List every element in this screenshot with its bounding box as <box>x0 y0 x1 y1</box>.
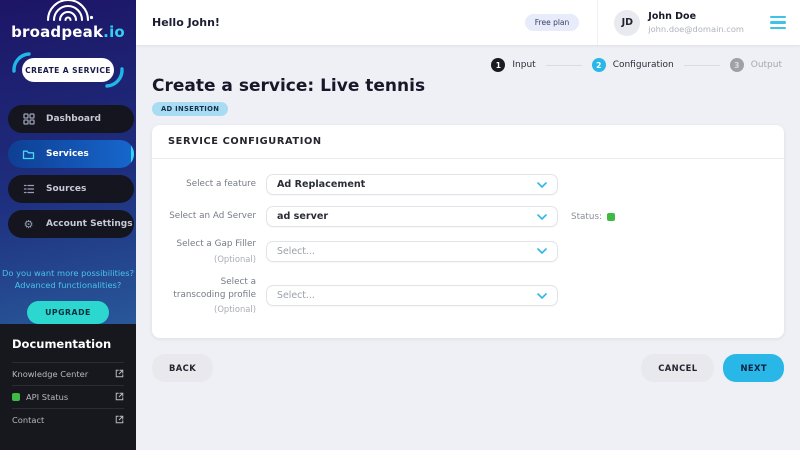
card-title: SERVICE CONFIGURATION <box>152 125 784 159</box>
form-row-gap-filler: Select a Gap Filler(Optional) Select... <box>168 238 768 265</box>
sidebar-item-label: Account Settings <box>46 219 133 229</box>
card-body: Select a feature Ad Replacement Select a… <box>152 159 784 338</box>
step-number: 2 <box>592 58 606 72</box>
upgrade-promo: Do you want more possibilities? Advanced… <box>0 267 136 324</box>
user-menu[interactable]: JD John Doe john.doe@domain.com <box>597 0 744 45</box>
doc-link-label: API Status <box>26 392 68 402</box>
api-status-green-dot <box>12 393 20 401</box>
doc-link-knowledge-center[interactable]: Knowledge Center <box>12 362 124 385</box>
brand-logo: broadpeak.io <box>0 0 136 41</box>
status-green-square <box>607 213 615 221</box>
field-label: Select a feature <box>168 178 256 191</box>
app-window: broadpeak.io CREATE A SERVICE Dashboard <box>0 0 800 450</box>
step-configuration: 2 Configuration <box>592 58 674 72</box>
top-bar: Hello John! Free plan JD John Doe john.d… <box>136 0 800 45</box>
greeting-text: Hello John! <box>152 16 220 29</box>
promo-line-1: Do you want more possibilities? <box>0 267 136 279</box>
chevron-down-icon <box>537 293 547 299</box>
ad-insertion-badge: AD INSERTION <box>152 102 228 116</box>
field-label: Select a transcoding profile(Optional) <box>168 276 256 316</box>
step-input: 1 Input <box>491 58 535 72</box>
services-folder-icon <box>22 148 35 161</box>
cancel-button[interactable]: CANCEL <box>641 354 714 382</box>
transcoding-profile-select[interactable]: Select... <box>266 285 558 306</box>
broadpeak-logo-icon <box>40 0 96 22</box>
documentation-title: Documentation <box>12 337 124 362</box>
actions-right: CANCEL NEXT <box>641 354 784 382</box>
step-output: 3 Output <box>730 58 782 72</box>
field-label: Select a Gap Filler(Optional) <box>168 238 256 265</box>
sidebar-item-sources[interactable]: Sources <box>8 175 134 203</box>
gap-filler-select[interactable]: Select... <box>266 241 558 262</box>
brand-name: broadpeak.io <box>0 23 136 41</box>
user-name: John Doe <box>648 11 744 22</box>
doc-link-label: Knowledge Center <box>12 369 88 379</box>
documentation-section: Documentation Knowledge Center API Statu… <box>0 324 136 450</box>
external-link-icon <box>115 369 124 378</box>
create-service-button[interactable]: CREATE A SERVICE <box>22 58 114 82</box>
form-row-feature: Select a feature Ad Replacement <box>168 174 768 195</box>
user-meta: John Doe john.doe@domain.com <box>648 11 744 34</box>
top-bar-right: Free plan JD John Doe john.doe@domain.co… <box>525 0 786 45</box>
wizard-stepper: 1 Input 2 Configuration 3 Output <box>152 58 782 72</box>
sidebar-nav: Dashboard Services Sources ⚙ Account Set… <box>0 105 136 245</box>
feature-select[interactable]: Ad Replacement <box>266 174 558 195</box>
hamburger-menu-icon[interactable] <box>770 16 786 29</box>
select-value: Ad Replacement <box>277 179 365 190</box>
form-row-ad-server: Select an Ad Server ad server Status: <box>168 206 768 227</box>
upgrade-button[interactable]: UPGRADE <box>27 301 109 324</box>
status-label: Status: <box>571 212 602 222</box>
doc-link-label: Contact <box>12 415 44 425</box>
ad-server-status: Status: <box>571 212 615 222</box>
sources-list-icon <box>22 183 35 196</box>
chevron-down-icon <box>537 214 547 220</box>
page-title: Create a service: Live tennis <box>152 76 784 96</box>
wizard-actions: BACK CANCEL NEXT <box>152 354 784 382</box>
gear-icon: ⚙ <box>22 218 35 231</box>
service-configuration-card: SERVICE CONFIGURATION Select a feature A… <box>152 125 784 338</box>
step-connector <box>684 65 720 66</box>
step-number: 3 <box>730 58 744 72</box>
step-label: Input <box>512 60 535 70</box>
next-button[interactable]: NEXT <box>723 354 784 382</box>
doc-link-contact[interactable]: Contact <box>12 408 124 431</box>
step-number: 1 <box>491 58 505 72</box>
step-connector <box>546 65 582 66</box>
sidebar-item-label: Dashboard <box>46 114 101 124</box>
sidebar-item-label: Sources <box>46 184 86 194</box>
plan-badge: Free plan <box>525 14 580 31</box>
sidebar-item-label: Services <box>46 149 89 159</box>
chevron-down-icon <box>537 248 547 254</box>
create-service-wrap: CREATE A SERVICE <box>17 55 119 85</box>
dashboard-icon <box>22 113 35 126</box>
select-placeholder: Select... <box>277 246 315 257</box>
back-button[interactable]: BACK <box>152 354 213 382</box>
avatar: JD <box>614 10 640 36</box>
page-content: 1 Input 2 Configuration 3 Output Create … <box>136 45 800 450</box>
step-label: Configuration <box>613 60 674 70</box>
chevron-down-icon <box>537 182 547 188</box>
promo-line-2: Advanced functionalities? <box>0 279 136 291</box>
sidebar-item-services[interactable]: Services <box>8 140 134 168</box>
ad-server-select[interactable]: ad server <box>266 206 558 227</box>
step-label: Output <box>751 60 782 70</box>
field-label: Select an Ad Server <box>168 210 256 223</box>
external-link-icon <box>115 392 124 401</box>
sidebar-item-account-settings[interactable]: ⚙ Account Settings <box>8 210 134 238</box>
sidebar: broadpeak.io CREATE A SERVICE Dashboard <box>0 0 136 450</box>
external-link-icon <box>115 415 124 424</box>
main-area: Hello John! Free plan JD John Doe john.d… <box>136 0 800 450</box>
user-email: john.doe@domain.com <box>648 24 744 34</box>
form-row-transcoding-profile: Select a transcoding profile(Optional) S… <box>168 276 768 316</box>
sidebar-item-dashboard[interactable]: Dashboard <box>8 105 134 133</box>
select-value: ad server <box>277 211 328 222</box>
select-placeholder: Select... <box>277 290 315 301</box>
doc-link-api-status[interactable]: API Status <box>12 385 124 408</box>
